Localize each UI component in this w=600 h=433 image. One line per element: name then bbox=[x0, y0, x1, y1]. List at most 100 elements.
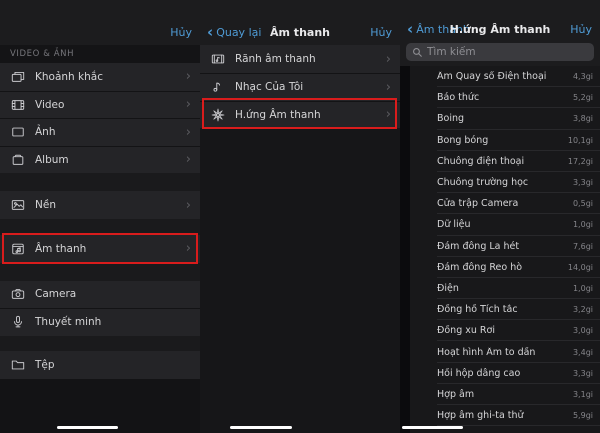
sidebar-item-nen[interactable]: Nền › bbox=[0, 191, 200, 219]
media-group: Khoảnh khắc › Video › Ảnh › bbox=[0, 63, 200, 173]
item-label: Tệp bbox=[35, 359, 55, 371]
sound-row[interactable]: Báo thức 5,2gi bbox=[410, 87, 600, 108]
sound-duration: 1,0gi bbox=[567, 284, 593, 293]
group-gap bbox=[0, 219, 200, 235]
audio-icon bbox=[10, 241, 25, 256]
sound-row[interactable]: Boing3,8gi bbox=[410, 108, 600, 129]
back-chevron-icon: ‹ bbox=[207, 27, 213, 38]
sound-name: Báo thức bbox=[437, 92, 479, 103]
video-icon bbox=[10, 97, 25, 112]
sound-duration: 5,2gi bbox=[567, 93, 593, 102]
sound-name: Cửa trập Camera bbox=[437, 198, 518, 209]
sound-effects-panel: ‹ Âm thanh H.ứng Âm thanh Hủy Âm Quay số… bbox=[400, 0, 600, 433]
back-chevron-icon: ‹ bbox=[407, 24, 413, 35]
menu-item-nhac-cua-toi[interactable]: Nhạc Của Tôi › bbox=[200, 73, 400, 101]
sound-name: Hoạt hình Âm to dần bbox=[437, 347, 535, 358]
chevron-right-icon: › bbox=[186, 98, 200, 111]
menu-item-ranh-am-thanh[interactable]: Rãnh âm thanh › bbox=[200, 45, 400, 73]
background-group: Nền › bbox=[0, 191, 200, 219]
sound-row[interactable]: Điện 1,0gi bbox=[410, 278, 600, 299]
sidebar-item-thuyet-minh[interactable]: Thuyết minh bbox=[0, 308, 200, 336]
item-label: Âm thanh bbox=[35, 243, 86, 255]
home-indicator[interactable] bbox=[57, 426, 118, 429]
sound-name: Chuông trường học bbox=[437, 177, 528, 188]
search-input[interactable] bbox=[427, 46, 588, 58]
chevron-right-icon: › bbox=[186, 126, 200, 139]
cancel-button[interactable]: Hủy bbox=[370, 26, 392, 39]
sidebar-item-khoanh-khac[interactable]: Khoảnh khắc › bbox=[0, 63, 200, 91]
chevron-right-icon: › bbox=[386, 81, 400, 94]
item-label: Ảnh bbox=[35, 126, 56, 138]
item-label: Video bbox=[35, 99, 64, 111]
sidebar-item-album[interactable]: Album › bbox=[0, 146, 200, 174]
sound-name: Hợp âm bbox=[437, 389, 474, 400]
cancel-button[interactable]: Hủy bbox=[570, 23, 592, 36]
sound-name: Bong bóng bbox=[437, 135, 488, 146]
sound-name: Âm Quay số Điện thoại bbox=[437, 71, 546, 82]
media-menu-panel: Hủy VIDEO & ẢNH Khoảnh khắc › Video › bbox=[0, 0, 200, 433]
sound-duration: 10,1gi bbox=[562, 136, 593, 145]
sound-row[interactable]: Hồi hộp dâng cao3,3gi bbox=[410, 363, 600, 384]
screen: Hủy VIDEO & ẢNH Khoảnh khắc › Video › bbox=[0, 0, 600, 433]
sound-duration: 3,2gi bbox=[567, 305, 593, 314]
menu-item-hung-am-thanh[interactable]: H.ứng Âm thanh › bbox=[200, 101, 400, 129]
audio-menu-panel: ‹ Quay lại Âm thanh Hủy Rãnh âm thanh › … bbox=[200, 0, 400, 433]
search-bar[interactable] bbox=[406, 43, 594, 61]
item-label: Thuyết minh bbox=[35, 316, 101, 328]
chevron-right-icon: › bbox=[186, 199, 200, 212]
sound-row[interactable]: Âm Quay số Điện thoại4,3gi bbox=[410, 66, 600, 87]
sound-row[interactable]: Đám đông La hét7,6gi bbox=[410, 236, 600, 257]
sparkle-icon bbox=[210, 107, 225, 122]
sound-duration: 7,6gi bbox=[567, 242, 593, 251]
sidebar-item-am-thanh[interactable]: Âm thanh › bbox=[0, 235, 200, 263]
sidebar-item-camera[interactable]: Camera bbox=[0, 281, 200, 309]
sound-row[interactable]: Đồng xu Rơi3,0gi bbox=[410, 320, 600, 341]
chevron-right-icon: › bbox=[186, 153, 200, 166]
search-area bbox=[400, 42, 600, 66]
sound-name: Hợp âm ghi-ta thử bbox=[437, 410, 524, 421]
chevron-right-icon: › bbox=[386, 108, 400, 121]
item-label: Nhạc Của Tôi bbox=[235, 81, 303, 93]
camera-icon bbox=[10, 287, 25, 302]
panel-filler bbox=[200, 128, 400, 433]
sound-row[interactable]: Bong bóng 10,1gi bbox=[410, 130, 600, 151]
sound-effects-list: Âm Quay số Điện thoại4,3gi Báo thức 5,2gi… bbox=[400, 66, 600, 433]
folder-icon bbox=[10, 357, 25, 372]
left-topbar: Hủy bbox=[0, 0, 200, 45]
sound-duration: 14,0gi bbox=[562, 263, 593, 272]
sound-row[interactable]: Hợp âm ghi-ta thử5,9gi bbox=[410, 405, 600, 426]
sound-row[interactable]: Chuông điện thoại17,2gi bbox=[410, 151, 600, 172]
sound-name: Dữ liệu bbox=[437, 219, 471, 230]
item-label: Camera bbox=[35, 288, 76, 300]
audio-track-icon bbox=[210, 52, 225, 67]
cancel-button[interactable]: Hủy bbox=[170, 26, 192, 39]
sound-duration: 17,2gi bbox=[562, 157, 593, 166]
sound-row[interactable]: Dữ liệu 1,0gi bbox=[410, 214, 600, 235]
sound-row[interactable]: Cửa trập Camera0,5gi bbox=[410, 193, 600, 214]
microphone-icon bbox=[10, 315, 25, 330]
item-label: Nền bbox=[35, 199, 56, 211]
sound-duration: 3,3gi bbox=[567, 178, 593, 187]
sound-duration: 3,4gi bbox=[567, 348, 593, 357]
home-indicator[interactable] bbox=[230, 426, 292, 429]
music-note-icon bbox=[210, 80, 225, 95]
photo-icon bbox=[10, 125, 25, 140]
item-label: Album bbox=[35, 154, 69, 166]
right-topbar: ‹ Âm thanh H.ứng Âm thanh Hủy bbox=[400, 0, 600, 42]
background-icon bbox=[10, 198, 25, 213]
sound-row[interactable]: Chuông trường học 3,3gi bbox=[410, 172, 600, 193]
search-icon bbox=[412, 47, 423, 58]
home-indicator[interactable] bbox=[402, 426, 463, 429]
sound-name: Điện bbox=[437, 283, 459, 294]
sound-duration: 3,1gi bbox=[567, 390, 593, 399]
sidebar-item-tep[interactable]: Tệp bbox=[0, 351, 200, 379]
section-header: VIDEO & ẢNH bbox=[0, 45, 200, 63]
sound-row[interactable]: Đồng hồ Tích tắc3,2gi bbox=[410, 299, 600, 320]
sound-row[interactable]: Đám đông Reo hò14,0gi bbox=[410, 257, 600, 278]
sound-row[interactable]: Hợp âm 3,1gi bbox=[410, 384, 600, 405]
sound-duration: 1,0gi bbox=[567, 220, 593, 229]
sidebar-item-anh[interactable]: Ảnh › bbox=[0, 118, 200, 146]
sound-row[interactable]: Hoạt hình Âm to dần 3,4gi bbox=[410, 341, 600, 362]
page-title: H.ứng Âm thanh bbox=[440, 23, 560, 36]
sidebar-item-video[interactable]: Video › bbox=[0, 91, 200, 119]
